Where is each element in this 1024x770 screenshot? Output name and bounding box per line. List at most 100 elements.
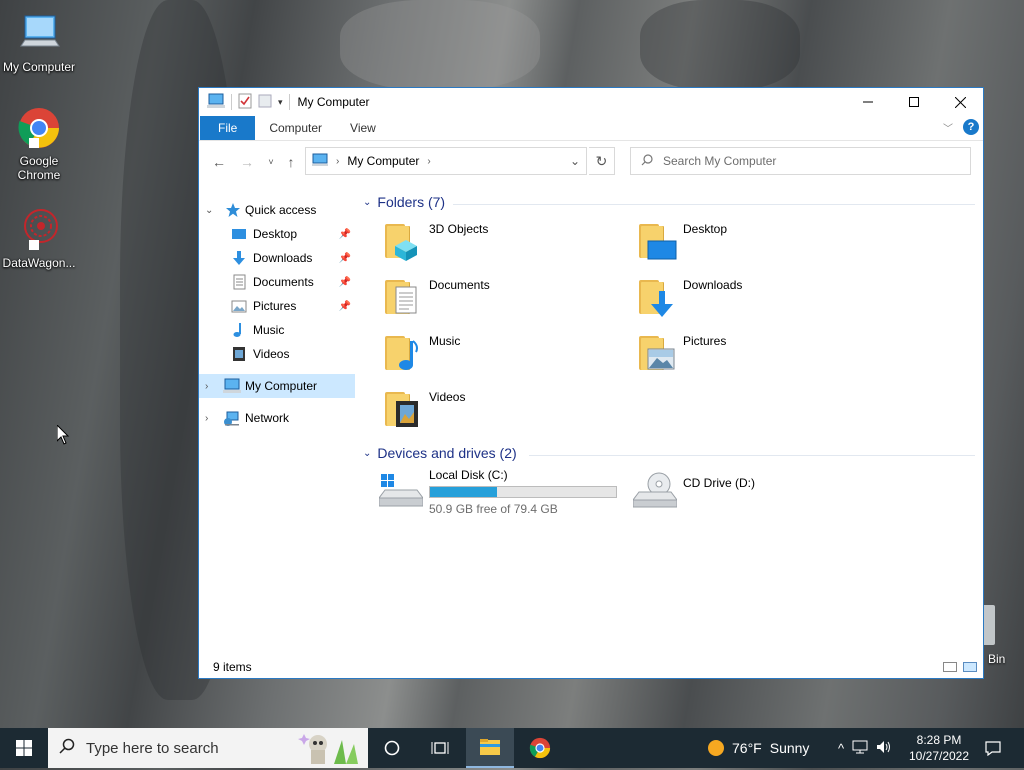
computer-icon	[207, 93, 225, 112]
downloads-icon	[231, 250, 247, 266]
maximize-button[interactable]	[891, 88, 937, 116]
desktop-icon-my-computer[interactable]: My Computer	[0, 10, 78, 74]
cortana-circle-icon	[384, 740, 400, 756]
folder-music[interactable]: Music	[383, 330, 623, 380]
chevron-up-icon[interactable]: ^	[838, 741, 844, 756]
volume-icon[interactable]	[876, 740, 892, 757]
folder-videos[interactable]: Videos	[383, 386, 623, 436]
sidebar-item-documents[interactable]: Documents 📌	[199, 270, 355, 294]
group-divider	[453, 204, 975, 205]
drive-local-disk-c[interactable]: Local Disk (C:) 50.9 GB free of 79.4 GB	[378, 466, 619, 516]
pin-icon[interactable]: 📌	[339, 253, 351, 264]
sidebar-item-downloads[interactable]: Downloads 📌	[199, 246, 355, 270]
breadcrumb-chevron-icon[interactable]: ›	[336, 156, 339, 167]
chevron-right-icon[interactable]: ›	[205, 381, 208, 392]
breadcrumb-segment[interactable]: My Computer	[347, 154, 419, 168]
group-divider	[529, 455, 975, 456]
window-title: My Computer	[297, 95, 370, 109]
weather-widget[interactable]: 76°F Sunny	[708, 728, 809, 768]
cube-icon	[395, 240, 417, 261]
folder-label: 3D Objects	[429, 222, 489, 236]
desktop-icon-datawagon[interactable]: DataWagon...	[0, 206, 78, 270]
drive-free-space: 50.9 GB free of 79.4 GB	[429, 502, 558, 516]
search-box[interactable]: Search My Computer	[630, 147, 971, 175]
drive-cd-d[interactable]: CD Drive (D:)	[632, 466, 873, 516]
tab-view[interactable]: View	[336, 116, 390, 140]
notifications-button[interactable]	[978, 728, 1008, 768]
network-icon[interactable]	[852, 740, 868, 757]
chevron-down-icon[interactable]: ⌄	[363, 448, 371, 459]
new-folder-icon[interactable]	[258, 93, 272, 112]
close-button[interactable]	[937, 88, 983, 116]
taskbar-clock[interactable]: 8:28 PM 10/27/2022	[906, 732, 972, 764]
folder-pictures[interactable]: Pictures	[637, 330, 877, 380]
view-switcher	[943, 662, 977, 672]
properties-icon[interactable]	[238, 93, 252, 112]
sidebar-item-label: My Computer	[245, 379, 318, 393]
pin-icon[interactable]: 📌	[339, 301, 351, 312]
tab-computer[interactable]: Computer	[255, 116, 336, 140]
desktop-icon-chrome[interactable]: Google Chrome	[0, 104, 78, 182]
star-icon	[225, 202, 241, 218]
address-bar[interactable]: › My Computer › ⌄	[305, 147, 587, 175]
chevron-down-icon[interactable]: ⌄	[363, 197, 371, 208]
forward-arrow-icon[interactable]: →	[235, 154, 259, 170]
folder-downloads[interactable]: Downloads	[637, 274, 877, 324]
task-view-button[interactable]	[416, 728, 464, 768]
folder-label: Videos	[429, 390, 466, 404]
datawagon-icon	[15, 206, 63, 254]
sidebar-item-network[interactable]: › Network	[199, 406, 355, 430]
folder-documents[interactable]: Documents	[383, 274, 623, 324]
sun-icon	[708, 740, 724, 756]
navigation-bar: ← → ˅ ↑ › My Computer › ⌄ ↻ Search My Co…	[199, 141, 983, 183]
taskbar-search-box[interactable]: Type here to search	[48, 728, 368, 768]
mouse-pointer-icon	[57, 425, 70, 445]
maximize-icon	[909, 97, 919, 107]
sidebar-item-desktop[interactable]: Desktop 📌	[199, 222, 355, 246]
search-icon	[48, 738, 86, 759]
drive-usage-fill	[430, 487, 497, 497]
details-view-icon[interactable]	[943, 662, 957, 672]
folder-icon	[383, 332, 423, 372]
chevron-right-icon[interactable]: ›	[205, 413, 208, 424]
sidebar-item-videos[interactable]: Videos	[199, 342, 355, 366]
network-icon	[223, 410, 239, 426]
drives-group-header[interactable]: ⌄ Devices and drives (2)	[363, 445, 517, 461]
document-page-icon	[395, 286, 417, 314]
title-bar[interactable]: ▾ My Computer	[199, 88, 983, 116]
breadcrumb-chevron-icon[interactable]: ›	[427, 156, 430, 167]
start-button[interactable]	[0, 728, 48, 768]
tab-file[interactable]: File	[200, 116, 256, 140]
qat-dropdown-icon[interactable]: ▾	[278, 97, 283, 108]
up-arrow-icon[interactable]: ↑	[279, 154, 303, 170]
computer-icon	[312, 153, 328, 170]
status-bar-item-count: 9 items	[213, 660, 252, 674]
folders-group-header[interactable]: ⌄ Folders (7)	[363, 194, 445, 210]
folder-label: Desktop	[683, 222, 728, 236]
sidebar-item-label: Music	[253, 323, 285, 337]
refresh-button[interactable]: ↻	[589, 147, 615, 175]
help-icon[interactable]: ?	[963, 119, 979, 135]
folder-desktop[interactable]: Desktop	[637, 218, 877, 268]
pin-icon[interactable]: 📌	[339, 277, 351, 288]
chrome-icon	[529, 737, 551, 759]
back-arrow-icon[interactable]: ←	[207, 154, 231, 170]
sidebar-item-label: Downloads	[253, 251, 313, 265]
sidebar-item-my-computer[interactable]: › My Computer	[199, 374, 355, 398]
chevron-down-icon[interactable]: ⌄	[205, 205, 213, 216]
ribbon-expand-icon[interactable]: ﹀	[943, 120, 953, 135]
sidebar-item-pictures[interactable]: Pictures 📌	[199, 294, 355, 318]
taskbar-chrome[interactable]	[516, 728, 564, 768]
folder-3d-objects[interactable]: 3D Objects	[383, 218, 623, 268]
cortana-button[interactable]	[368, 728, 416, 768]
documents-icon	[231, 274, 247, 290]
sidebar-item-music[interactable]: Music	[199, 318, 355, 342]
sidebar-item-label: Pictures	[253, 299, 297, 313]
minimize-button[interactable]	[845, 88, 891, 116]
pin-icon[interactable]: 📌	[339, 229, 351, 240]
taskbar-file-explorer[interactable]	[466, 728, 514, 768]
sidebar-item-quick-access[interactable]: ⌄ Quick access	[199, 198, 355, 222]
drive-label: CD Drive (D:)	[683, 476, 755, 490]
large-icons-view-icon[interactable]	[963, 662, 977, 672]
address-dropdown-icon[interactable]: ⌄	[564, 154, 586, 168]
